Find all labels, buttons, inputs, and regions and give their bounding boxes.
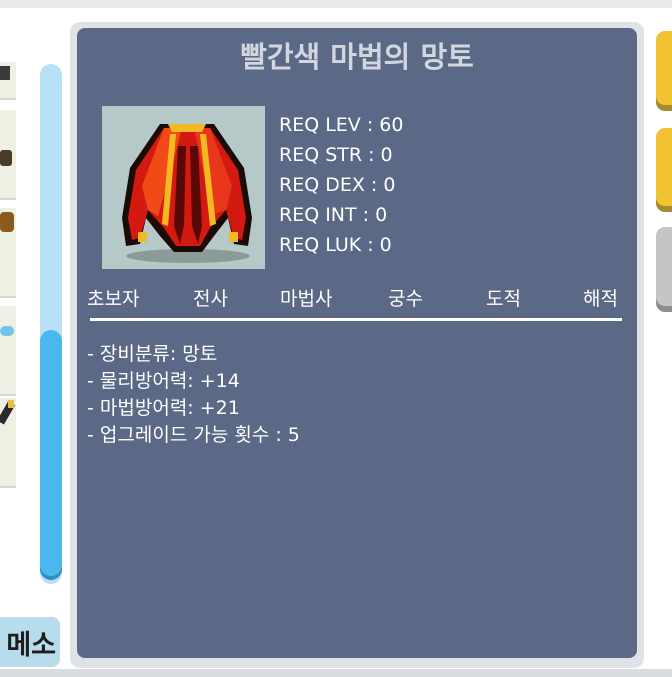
req-level: REQ LEV : 60 bbox=[279, 114, 404, 136]
side-tab-3[interactable] bbox=[656, 227, 672, 312]
inventory-slot[interactable] bbox=[0, 208, 16, 298]
inventory-scrollbar-thumb[interactable] bbox=[40, 330, 62, 580]
side-tab-1[interactable] bbox=[656, 31, 672, 111]
item-stats: - 장비분류: 망토 - 물리방어력: +14 - 마법방어력: +21 - 업… bbox=[87, 341, 300, 449]
requirements-list: REQ LEV : 60 REQ STR : 0 REQ DEX : 0 REQ… bbox=[279, 110, 403, 260]
req-luk: REQ LUK : 0 bbox=[279, 234, 392, 256]
job-pirate: 해적 bbox=[583, 288, 618, 310]
item-image bbox=[102, 106, 265, 269]
req-dex: REQ DEX : 0 bbox=[279, 174, 396, 196]
item-tooltip: 빨간색 마법의 망토 REQ LEV : 60 REQ STR : 0 REQ … bbox=[77, 28, 637, 658]
stat-category: - 장비분류: 망토 bbox=[87, 343, 218, 365]
item-title: 빨간색 마법의 망토 bbox=[240, 40, 474, 74]
meso-label: 메소 bbox=[6, 629, 56, 661]
item-icon bbox=[0, 212, 14, 232]
top-border bbox=[0, 0, 672, 8]
meso-button[interactable]: 메소 bbox=[0, 617, 60, 667]
stat-magic-defense: - 마법방어력: +21 bbox=[87, 397, 240, 419]
side-tab-2[interactable] bbox=[656, 128, 672, 212]
stat-physical-defense: - 물리방어력: +14 bbox=[87, 370, 240, 392]
job-beginner: 초보자 bbox=[87, 288, 140, 310]
req-str: REQ STR : 0 bbox=[279, 144, 393, 166]
inventory-slot[interactable] bbox=[0, 306, 16, 396]
inventory-slot[interactable] bbox=[0, 110, 16, 200]
item-icon bbox=[8, 400, 14, 408]
job-bowman: 궁수 bbox=[388, 288, 423, 310]
stat-upgrade-slots: - 업그레이드 가능 횟수 : 5 bbox=[87, 424, 300, 446]
inventory-slot[interactable] bbox=[0, 398, 16, 488]
divider bbox=[90, 318, 622, 321]
req-int: REQ INT : 0 bbox=[279, 204, 388, 226]
red-cape-icon bbox=[122, 124, 252, 263]
job-thief: 도적 bbox=[486, 288, 521, 310]
item-icon bbox=[0, 66, 10, 80]
item-icon bbox=[0, 326, 14, 336]
job-warrior: 전사 bbox=[193, 288, 228, 310]
inventory-slot[interactable] bbox=[0, 62, 16, 100]
job-list: 초보자 전사 마법사 궁수 도적 해적 bbox=[77, 284, 637, 314]
bottom-border bbox=[0, 669, 672, 677]
item-icon bbox=[0, 150, 12, 166]
job-magician: 마법사 bbox=[280, 288, 333, 310]
